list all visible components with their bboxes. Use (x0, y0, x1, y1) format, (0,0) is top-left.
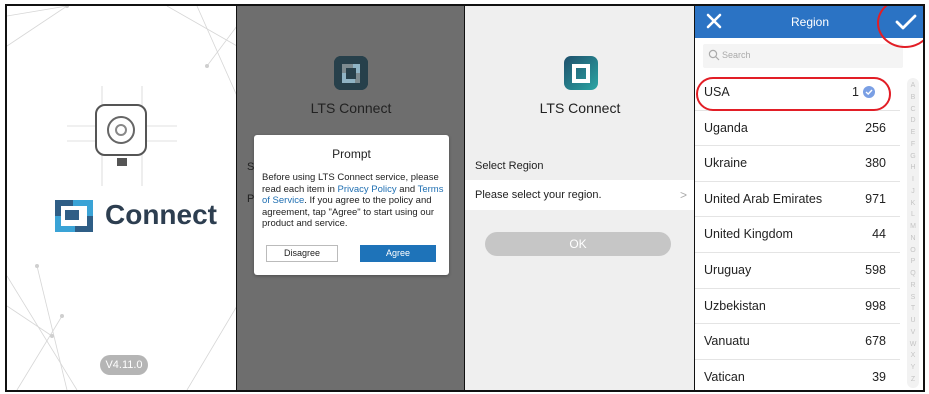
alphabet-letter[interactable]: K (911, 200, 916, 208)
region-code: 380 (865, 156, 886, 171)
select-region-screen: LTS Connect Select Region Please select … (465, 6, 695, 390)
alphabet-letter[interactable]: U (910, 317, 915, 325)
search-icon (708, 49, 720, 61)
splash-screen: Connect V4.11.0 (7, 6, 237, 390)
alphabet-letter[interactable]: H (910, 164, 915, 172)
region-row[interactable]: Uzbekistan 998 (695, 289, 900, 325)
alphabet-letter[interactable]: F (911, 141, 915, 149)
message-text: and (396, 183, 418, 195)
ok-button[interactable]: OK (485, 232, 671, 256)
app-title: LTS Connect (310, 100, 392, 116)
region-row[interactable]: Ukraine 380 (695, 146, 900, 182)
chevron-right-icon: > (679, 188, 687, 202)
alphabet-letter[interactable]: Y (911, 364, 916, 372)
search-placeholder: Search (722, 50, 751, 60)
alphabet-letter[interactable]: I (912, 176, 914, 184)
search-input[interactable]: Search (703, 44, 903, 68)
app-icon (564, 56, 598, 90)
region-code: 39 (872, 369, 886, 384)
alphabet-letter[interactable]: L (911, 211, 915, 219)
dialog-message: Before using LTS Connect service, please… (262, 172, 444, 230)
region-name: Uruguay (704, 262, 752, 277)
alphabet-letter[interactable]: J (911, 188, 915, 196)
region-list: USA 1 Uganda 256 Ukraine 380 United Arab Emira… (695, 75, 900, 390)
alphabet-index[interactable]: ABCDEFGHIJKLMNOPQRSTUVWXYZ (907, 78, 919, 388)
region-row[interactable]: United Kingdom 44 (695, 217, 900, 253)
alphabet-letter[interactable]: V (911, 329, 916, 337)
dialog-title: Prompt (332, 147, 371, 161)
alphabet-letter[interactable]: R (910, 282, 915, 290)
highlight-annotation-usa (696, 77, 891, 111)
alphabet-letter[interactable]: C (910, 106, 915, 114)
region-code: 256 (865, 120, 886, 135)
alphabet-letter[interactable]: S (911, 294, 916, 302)
region-row[interactable]: Uruguay 598 (695, 253, 900, 289)
alphabet-letter[interactable]: E (911, 129, 916, 137)
privacy-policy-link[interactable]: Privacy Policy (338, 184, 397, 195)
region-name: Vatican (704, 369, 745, 384)
region-code: 678 (865, 334, 886, 349)
alphabet-letter[interactable]: A (911, 82, 916, 90)
region-name: Uganda (704, 120, 748, 135)
app-icon (334, 56, 368, 90)
disagree-button[interactable]: Disagree (266, 245, 338, 262)
region-code: 44 (872, 227, 886, 242)
screenshot-frame: Connect V4.11.0 LTS Connect S P Prompt B… (5, 4, 925, 392)
region-selector-row[interactable]: Please select your region. > (465, 180, 695, 210)
region-name: Ukraine (704, 156, 748, 171)
region-row[interactable]: United Arab Emirates 971 (695, 182, 900, 218)
app-title: LTS Connect (539, 100, 621, 116)
region-row[interactable]: Vanuatu 678 (695, 324, 900, 360)
region-row[interactable]: Vatican 39 (695, 360, 900, 390)
alphabet-letter[interactable]: X (911, 352, 916, 360)
region-code: 971 (865, 191, 886, 206)
alphabet-letter[interactable]: B (911, 94, 916, 102)
region-name: United Kingdom (704, 227, 793, 242)
alphabet-letter[interactable]: P (911, 258, 916, 266)
alphabet-letter[interactable]: N (910, 235, 915, 243)
region-code: 598 (865, 262, 886, 277)
region-name: Vanuatu (704, 334, 750, 349)
agree-button[interactable]: Agree (360, 245, 436, 262)
region-placeholder: Please select your region. (475, 189, 602, 201)
version-badge: V4.11.0 (100, 355, 148, 375)
alphabet-letter[interactable]: G (910, 153, 915, 161)
lts-logo-icon (55, 200, 93, 232)
prompt-screen: LTS Connect S P Prompt Before using LTS … (237, 6, 465, 390)
alphabet-letter[interactable]: D (910, 117, 915, 125)
alphabet-letter[interactable]: W (910, 341, 917, 349)
alphabet-letter[interactable]: T (911, 305, 915, 313)
camera-icon (95, 104, 147, 166)
select-region-label: Select Region (475, 160, 544, 172)
alphabet-letter[interactable]: O (910, 247, 915, 255)
region-code: 998 (865, 298, 886, 313)
alphabet-letter[interactable]: Q (910, 270, 915, 278)
region-list-screen: Region Search USA 1 Uganda 256 Ukraine 380 Uni… (695, 6, 923, 390)
brand-name: Connect (105, 199, 217, 230)
prompt-dialog: Prompt Before using LTS Connect service,… (254, 135, 449, 275)
region-name: Uzbekistan (704, 298, 766, 313)
region-row[interactable]: Uganda 256 (695, 111, 900, 147)
alphabet-letter[interactable]: M (910, 223, 916, 231)
region-name: United Arab Emirates (704, 191, 823, 206)
alphabet-letter[interactable]: Z (911, 376, 915, 384)
brand-lockup: Connect (51, 194, 217, 236)
